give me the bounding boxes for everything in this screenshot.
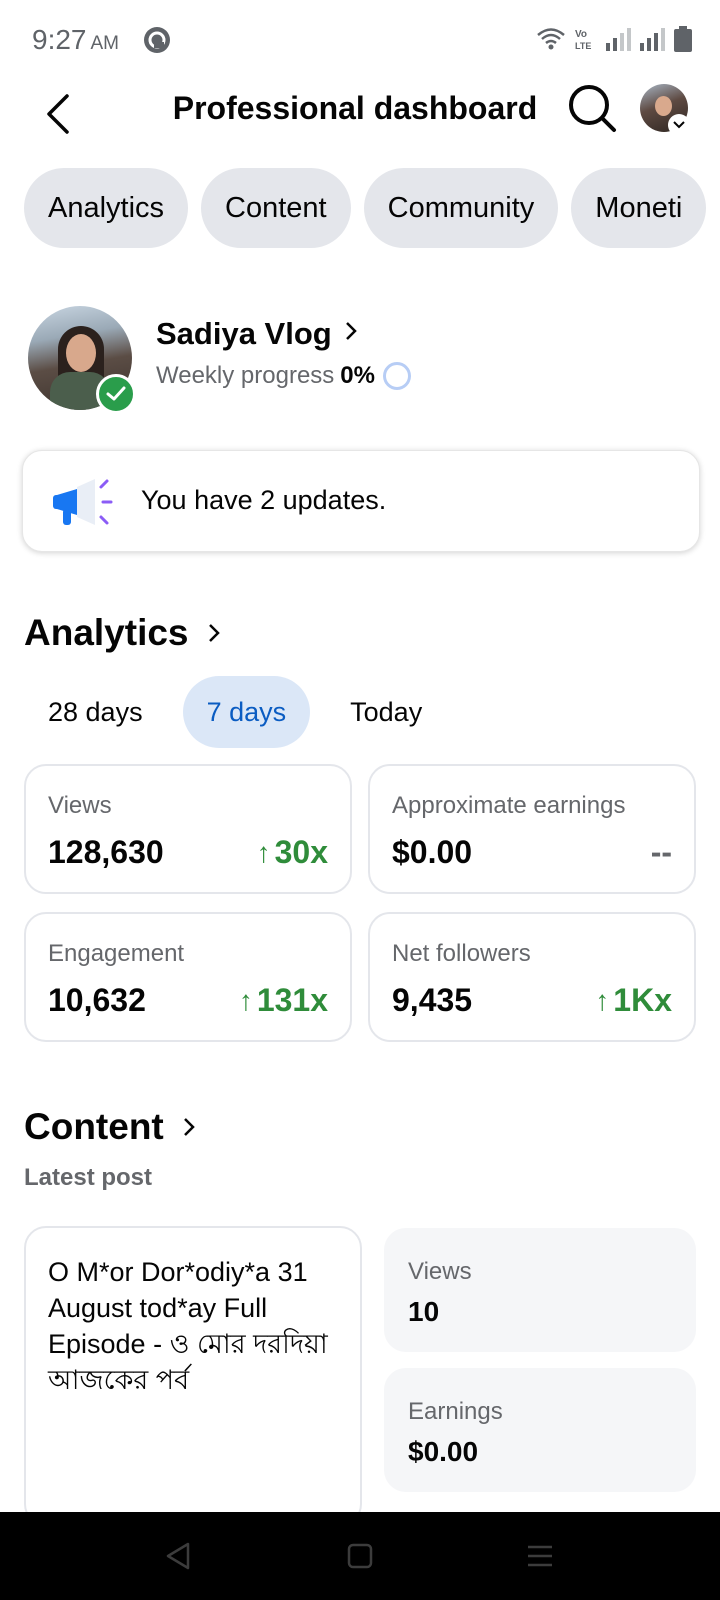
status-time-ampm: AM <box>90 33 120 54</box>
nav-back-button[interactable] <box>158 1536 198 1576</box>
updates-card[interactable]: You have 2 updates. <box>22 450 700 552</box>
period-7-days[interactable]: 7 days <box>182 676 311 748</box>
metric-label: Views <box>48 792 112 819</box>
metric-change: ↑ 131x <box>239 982 328 1019</box>
nav-back-icon <box>166 1542 190 1570</box>
profile-row[interactable]: Sadiya Vlog Weekly progress 0% <box>28 306 708 414</box>
app-notification-icon <box>144 27 170 53</box>
metric-label: Net followers <box>392 940 531 967</box>
metric-value: 128,630 <box>48 834 164 870</box>
metric-label: Approximate earnings <box>392 792 626 819</box>
wifi-icon <box>537 28 565 50</box>
metric-change: ↑ 1Kx <box>595 982 672 1019</box>
chevron-down-icon[interactable] <box>668 114 690 136</box>
tab-bar: Analytics Content Community Moneti <box>24 168 720 248</box>
chevron-right-icon <box>346 322 357 340</box>
post-title: O M*or Dor*odiy*a 31 August tod*ay Full … <box>48 1257 328 1395</box>
tab-content[interactable]: Content <box>201 168 351 248</box>
stat-value: $0.00 <box>408 1436 479 1467</box>
search-icon[interactable] <box>566 82 618 134</box>
nav-home-icon <box>347 1543 373 1569</box>
verified-check-icon <box>96 374 136 414</box>
metric-label: Engagement <box>48 940 185 967</box>
status-icons: Vo LTE <box>536 26 692 52</box>
svg-text:LTE: LTE <box>575 41 591 51</box>
metric-change-value: 131x <box>256 982 328 1018</box>
weekly-progress-value: 0% <box>340 362 375 389</box>
metric-card-engagement[interactable]: Engagement 10,632 ↑ 131x <box>24 912 352 1042</box>
chevron-right-icon <box>208 624 220 642</box>
analytics-heading[interactable]: Analytics <box>24 612 221 654</box>
updates-text: You have 2 updates. <box>141 485 387 515</box>
metric-value: 10,632 <box>48 982 146 1018</box>
progress-ring-icon <box>382 362 411 390</box>
analytics-title: Analytics <box>24 612 189 653</box>
metric-value: 9,435 <box>392 982 473 1018</box>
status-time: 9:27 AM <box>32 24 119 56</box>
metric-value: $0.00 <box>392 834 473 870</box>
arrow-up-icon: ↑ <box>595 984 610 1016</box>
weekly-progress-label: Weekly progress <box>156 362 335 389</box>
period-selector: 28 days 7 days Today <box>24 676 462 748</box>
post-stat-earnings: Earnings $0.00 <box>384 1368 696 1492</box>
content-title: Content <box>24 1106 164 1147</box>
period-today[interactable]: Today <box>326 676 446 748</box>
status-bar: 9:27 AM Vo LTE <box>0 0 720 80</box>
period-28-days[interactable]: 28 days <box>24 676 167 748</box>
tab-monetization[interactable]: Moneti <box>571 168 707 248</box>
weekly-progress: Weekly progress 0% <box>156 362 411 390</box>
megaphone-icon <box>53 479 113 525</box>
battery-icon <box>674 26 692 52</box>
volte-icon: Vo LTE <box>575 29 591 51</box>
metric-card-views[interactable]: Views 128,630 ↑ 30x <box>24 764 352 894</box>
tab-analytics[interactable]: Analytics <box>24 168 189 248</box>
latest-post-card[interactable]: O M*or Dor*odiy*a 31 August tod*ay Full … <box>24 1226 362 1526</box>
metric-change-value: 30x <box>274 834 328 870</box>
signal-icon <box>640 28 665 51</box>
profile-name[interactable]: Sadiya Vlog <box>156 316 332 352</box>
svg-text:Vo: Vo <box>575 29 587 40</box>
stat-value: 10 <box>408 1296 440 1327</box>
metric-card-net-followers[interactable]: Net followers 9,435 ↑ 1Kx <box>368 912 696 1042</box>
signal-icon <box>606 28 631 51</box>
latest-post-label: Latest post <box>24 1164 153 1191</box>
metric-change-value: 1Kx <box>613 982 672 1018</box>
stat-label: Earnings <box>408 1398 503 1425</box>
post-stat-views: Views 10 <box>384 1228 696 1352</box>
arrow-up-icon: ↑ <box>256 836 271 868</box>
stat-label: Views <box>408 1258 472 1285</box>
header: Professional dashboard <box>0 80 720 180</box>
metric-card-earnings[interactable]: Approximate earnings $0.00 -- <box>368 764 696 894</box>
nav-menu-icon <box>528 1545 552 1567</box>
chevron-right-icon <box>183 1118 195 1136</box>
system-nav-bar <box>0 1512 720 1600</box>
arrow-up-icon: ↑ <box>238 984 253 1016</box>
metric-change: ↑ 30x <box>257 834 328 871</box>
content-heading[interactable]: Content <box>24 1106 196 1148</box>
nav-home-button[interactable] <box>340 1536 380 1576</box>
nav-recents-button[interactable] <box>520 1536 560 1576</box>
metric-change: -- <box>651 834 672 871</box>
status-time-value: 9:27 <box>32 24 87 55</box>
metric-change-value: -- <box>650 834 672 870</box>
tab-community[interactable]: Community <box>363 168 559 248</box>
